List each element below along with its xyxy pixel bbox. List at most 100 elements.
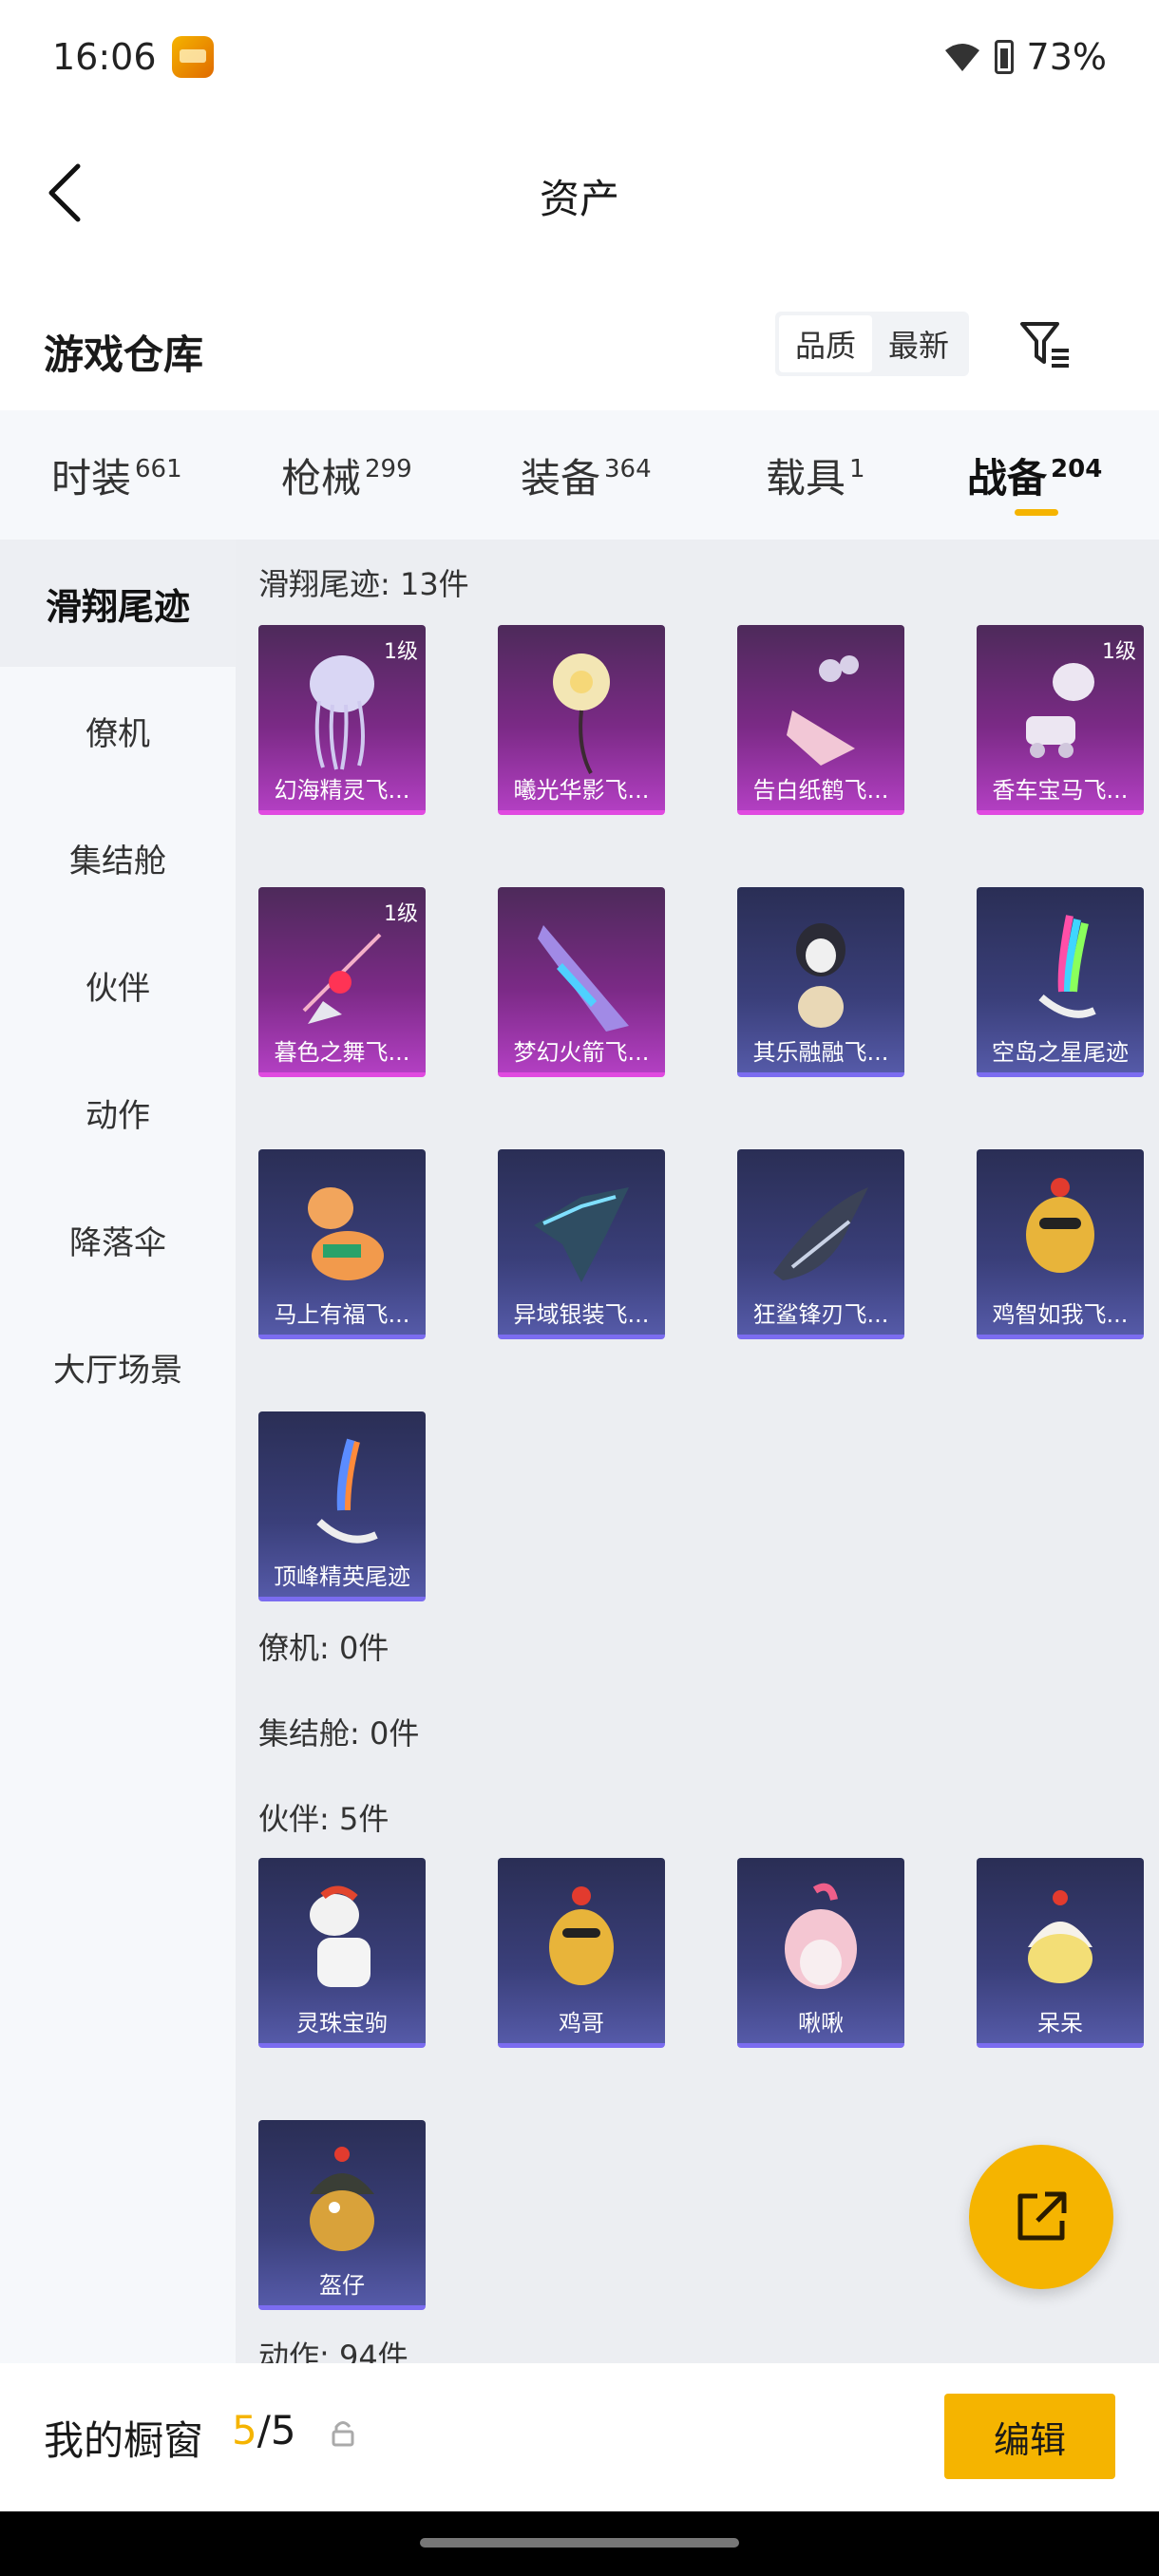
item-name: 灵珠宝驹 (296, 2010, 388, 2036)
item-name: 梦幻火箭飞... (513, 1039, 650, 1066)
sort-quality-option[interactable]: 品质 (779, 315, 872, 372)
item-card[interactable]: 顶峰精英尾迹 (258, 1411, 426, 1601)
sidebar-item-wingman[interactable]: 僚机 (0, 667, 236, 794)
item-name: 幻海精灵飞... (274, 777, 410, 804)
status-bar: 16:06 73% (0, 0, 1159, 114)
chicken-icon (1026, 1178, 1094, 1273)
item-card[interactable]: 1级 香车宝马飞... (977, 625, 1144, 815)
item-card[interactable]: 空岛之星尾迹 (977, 887, 1144, 1077)
tab-guns[interactable]: 枪械 299 (281, 446, 412, 504)
category-header-actions: 动作: 94件 (258, 2339, 408, 2363)
item-grid-panel: 滑翔尾迹: 13件 1级 幻海精灵飞... 曦光华影飞... 告白纸鹤飞... (236, 540, 1159, 2363)
item-name: 空岛之星尾迹 (992, 1039, 1129, 1066)
silver-glider-icon (534, 1187, 629, 1282)
filter-button[interactable] (1015, 313, 1077, 376)
item-name: 鸡智如我飞... (992, 1301, 1129, 1328)
item-name: 顶峰精英尾迹 (274, 1563, 410, 1590)
item-card[interactable]: 盔仔 (258, 2120, 426, 2310)
carriage-icon (1026, 663, 1094, 758)
tab-count: 661 (135, 455, 182, 483)
paper-crane-icon (787, 655, 859, 766)
bird-icon (785, 1883, 857, 1989)
edit-button[interactable]: 编辑 (944, 2394, 1115, 2479)
sidebar-item-action[interactable]: 动作 (0, 1049, 236, 1176)
tab-equipment[interactable]: 装备 364 (521, 446, 652, 504)
showcase-count: 5/5 (232, 2407, 296, 2453)
lock-icon (332, 2421, 354, 2447)
sidebar-item-pod[interactable]: 集结舱 (0, 794, 236, 921)
sort-toggle: 品质 最新 (775, 312, 969, 376)
sidebar-item-companion[interactable]: 伙伴 (0, 921, 236, 1049)
horse-icon (308, 1187, 384, 1280)
wifi-icon (944, 44, 979, 71)
item-card[interactable]: 鸡智如我飞... (977, 1149, 1144, 1339)
item-card[interactable]: 异域银装飞... (498, 1149, 665, 1339)
item-name: 其乐融融飞... (752, 1039, 889, 1066)
chicken-icon (549, 1886, 614, 1985)
item-card[interactable]: 马上有福飞... (258, 1149, 426, 1339)
tab-label: 枪械 (281, 455, 362, 502)
tab-fashion[interactable]: 时装 661 (51, 446, 182, 504)
tab-count: 299 (365, 455, 412, 483)
category-header-trails: 滑翔尾迹: 13件 (258, 566, 469, 602)
category-header-pod: 集结舱: 0件 (258, 1715, 420, 1752)
page-title: 资产 (539, 176, 619, 222)
tab-label: 装备 (521, 455, 601, 502)
tab-count: 1 (849, 455, 865, 483)
showcase-label: 我的橱窗 (44, 2417, 204, 2464)
item-name: 啾啾 (798, 2010, 844, 2036)
item-level: 1级 (384, 640, 418, 664)
category-header-companions: 伙伴: 5件 (258, 1801, 390, 1837)
section-title: 游戏仓库 (44, 331, 204, 378)
item-level: 1级 (384, 902, 418, 926)
tab-combat-gear[interactable]: 战备 204 (967, 446, 1102, 504)
item-card[interactable]: 呆呆 (977, 1858, 1144, 2048)
battery-icon (994, 40, 1014, 74)
item-name: 异域银装飞... (513, 1301, 650, 1328)
showcase-bar: 我的橱窗 5/5 编辑 (0, 2363, 1159, 2511)
item-card[interactable]: 1级 幻海精灵飞... (258, 625, 426, 815)
item-card[interactable]: 灵珠宝驹 (258, 1858, 426, 2048)
home-gesture-handle[interactable] (420, 2538, 739, 2548)
active-tab-indicator (1015, 509, 1058, 516)
filter-icon (1020, 322, 1069, 368)
item-card[interactable]: 狂鲨锋刃飞... (737, 1149, 904, 1339)
item-card[interactable]: 其乐融融飞... (737, 887, 904, 1077)
tab-vehicle[interactable]: 载具 1 (766, 446, 865, 504)
pony-icon (310, 1885, 370, 1987)
sort-newest-option[interactable]: 最新 (872, 315, 965, 372)
comet-icon (302, 933, 382, 1024)
item-name: 狂鲨锋刃飞... (752, 1301, 889, 1328)
item-card[interactable]: 鸡哥 (498, 1858, 665, 2048)
share-button[interactable] (969, 2145, 1113, 2289)
tab-label: 战备 (967, 455, 1048, 502)
system-nav-bar (0, 2511, 1159, 2576)
item-name: 呆呆 (1037, 2010, 1083, 2036)
item-card[interactable]: 梦幻火箭飞... (498, 887, 665, 1077)
rainbow-trail-icon (1038, 915, 1096, 1018)
top-header: 资产 (0, 142, 1159, 247)
smoke-trail-icon (316, 1438, 378, 1544)
item-card[interactable]: 1级 暮色之舞飞... (258, 887, 426, 1077)
item-name: 盔仔 (319, 2272, 365, 2299)
item-name: 告白纸鹤飞... (752, 777, 889, 804)
flower-icon (553, 653, 610, 774)
tab-count: 364 (604, 455, 652, 483)
showcase-current: 5 (232, 2407, 257, 2453)
penguin-icon (796, 923, 846, 1028)
sidebar-item-trails[interactable]: 滑翔尾迹 (0, 540, 236, 667)
sidebar-item-lobby-scene[interactable]: 大厅场景 (0, 1303, 236, 1430)
item-card[interactable]: 啾啾 (737, 1858, 904, 2048)
sidebar-item-parachute[interactable]: 降落伞 (0, 1176, 236, 1303)
tab-label: 载具 (766, 455, 846, 502)
chick-icon (1028, 1890, 1092, 1983)
external-link-icon (1017, 2191, 1067, 2241)
item-card[interactable]: 告白纸鹤飞... (737, 625, 904, 815)
category-header-wingman: 僚机: 0件 (258, 1630, 390, 1666)
item-level: 1级 (1102, 640, 1136, 664)
item-name: 曦光华影飞... (513, 777, 650, 804)
item-card[interactable]: 曦光华影飞... (498, 625, 665, 815)
tab-count: 204 (1051, 455, 1103, 483)
jellyfish-icon (310, 655, 374, 770)
item-name: 暮色之舞飞... (274, 1039, 410, 1066)
